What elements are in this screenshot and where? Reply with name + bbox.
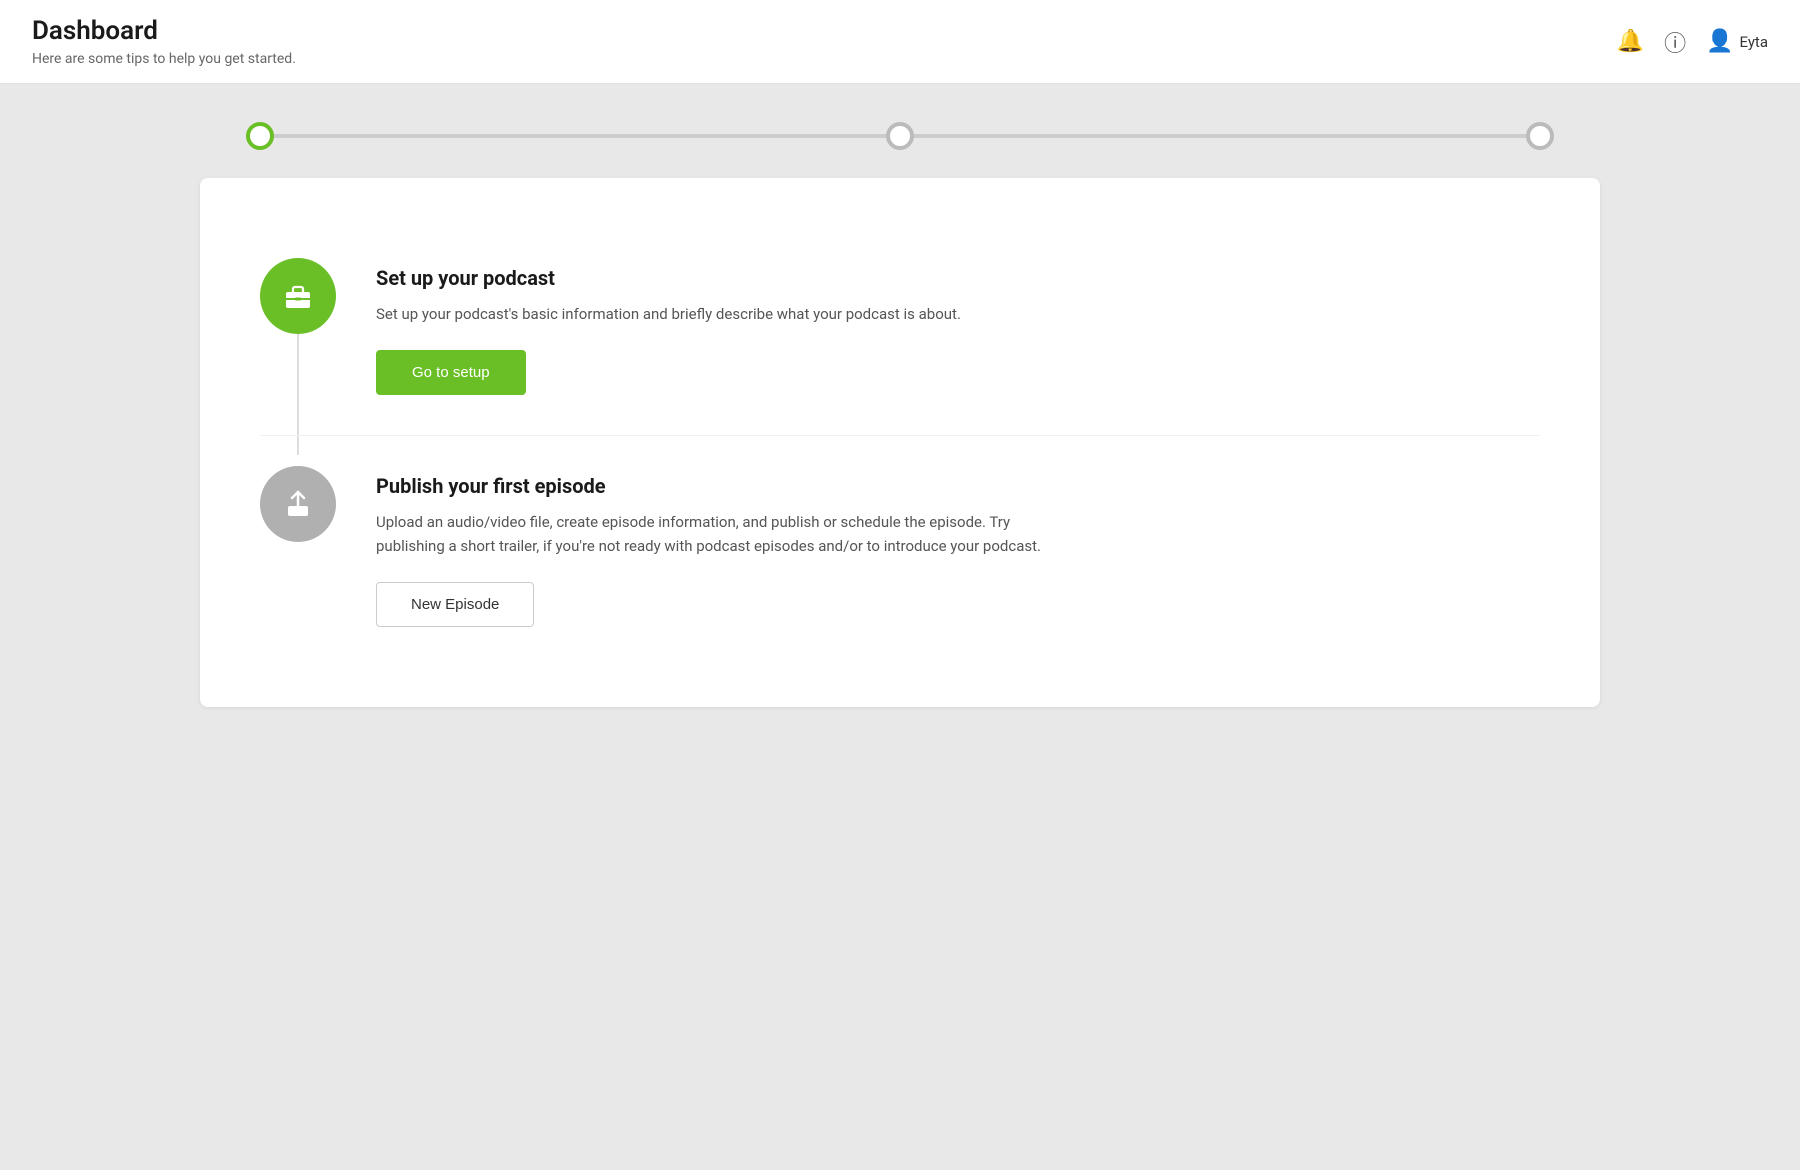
- upload-icon: [280, 486, 316, 522]
- step-publish-content: Publish your first episode Upload an aud…: [376, 466, 1540, 627]
- step-setup-icon-wrapper: [260, 258, 336, 334]
- help-icon[interactable]: ⓘ: [1664, 26, 1686, 58]
- steps-card: Set up your podcast Set up your podcast'…: [200, 178, 1600, 707]
- go-to-setup-button[interactable]: Go to setup: [376, 350, 526, 395]
- page-title: Dashboard: [32, 16, 296, 47]
- step-setup: Set up your podcast Set up your podcast'…: [260, 228, 1540, 425]
- progress-bar: [200, 134, 1600, 138]
- step-publish-icon-wrapper: [260, 466, 336, 542]
- briefcase-icon: [280, 278, 316, 314]
- notifications-icon[interactable]: 🔔: [1617, 29, 1644, 54]
- new-episode-button[interactable]: New Episode: [376, 582, 534, 627]
- progress-dot-2: [886, 122, 914, 150]
- step-publish-title: Publish your first episode: [376, 474, 1540, 498]
- main-content: Set up your podcast Set up your podcast'…: [0, 84, 1800, 757]
- step-setup-content: Set up your podcast Set up your podcast'…: [376, 258, 1540, 395]
- step-publish: Publish your first episode Upload an aud…: [260, 435, 1540, 657]
- step-setup-title: Set up your podcast: [376, 266, 1540, 290]
- progress-dot-1: [246, 122, 274, 150]
- user-name: Eyta: [1740, 33, 1769, 51]
- page-subtitle: Here are some tips to help you get start…: [32, 51, 296, 67]
- progress-dot-3: [1526, 122, 1554, 150]
- progress-track: [260, 134, 1540, 138]
- step-publish-desc: Upload an audio/video file, create episo…: [376, 510, 1076, 558]
- user-menu[interactable]: 👤 Eyta: [1706, 29, 1768, 54]
- user-avatar-icon: 👤: [1706, 29, 1733, 54]
- step-setup-desc: Set up your podcast's basic information …: [376, 302, 1076, 326]
- header: Dashboard Here are some tips to help you…: [0, 0, 1800, 84]
- header-right: 🔔 ⓘ 👤 Eyta: [1617, 26, 1768, 58]
- header-left: Dashboard Here are some tips to help you…: [32, 16, 296, 67]
